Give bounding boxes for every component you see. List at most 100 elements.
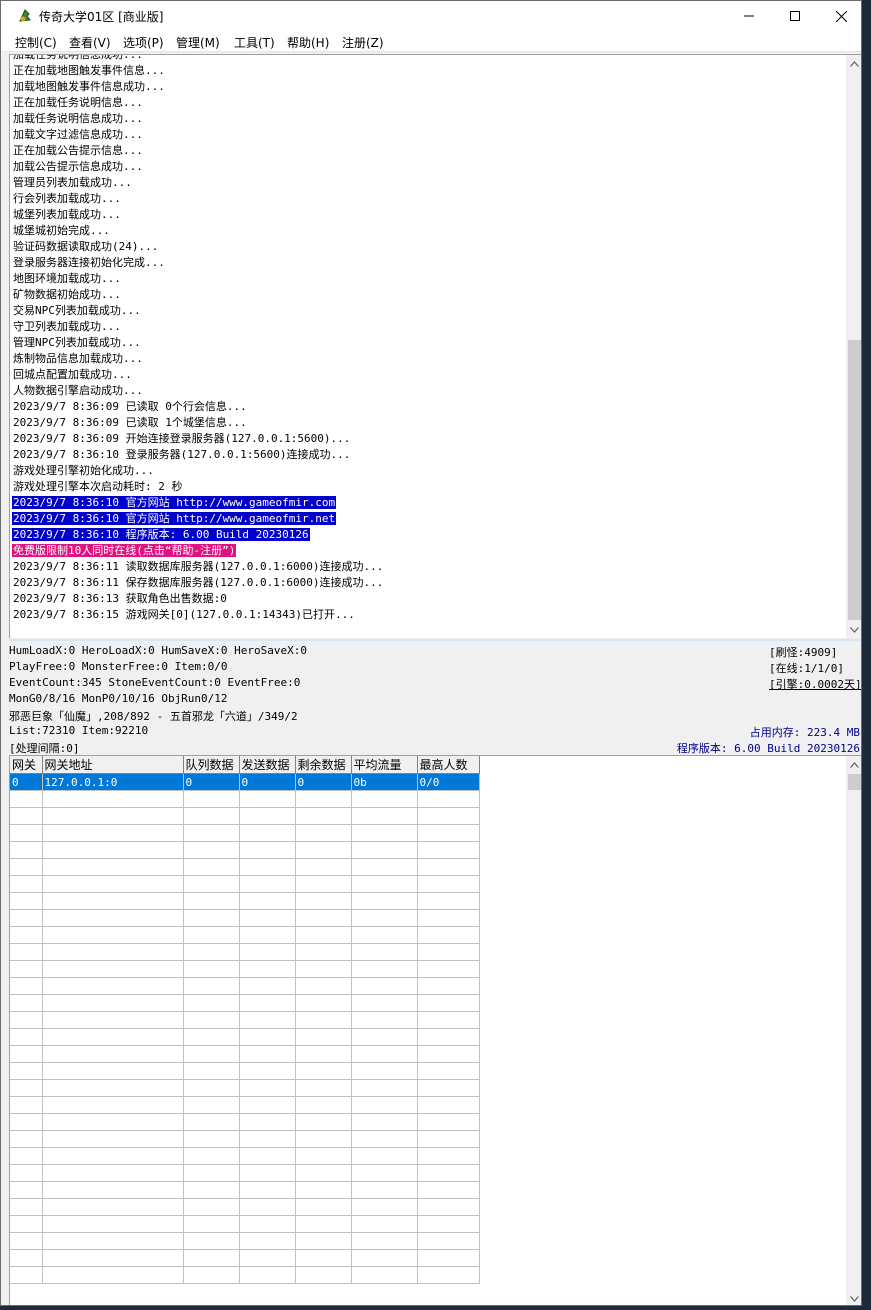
table-cell [183, 977, 240, 995]
log-line: 加载公告提示信息成功... [12, 159, 844, 175]
grid-scroll-down-button[interactable] [846, 1290, 861, 1305]
log-pane[interactable]: 加载任务说明信息成功... 正在加载地图触发事件信息... 加载地图触发事件信息成功… [9, 54, 861, 638]
log-line: 加载任务说明信息成功... [12, 55, 844, 63]
table-row[interactable] [10, 909, 480, 927]
table-cell [295, 1232, 352, 1250]
column-header[interactable]: 发送数据 [239, 756, 296, 774]
table-cell [417, 1028, 480, 1046]
table-row[interactable] [10, 1232, 480, 1250]
scroll-down-button[interactable] [846, 621, 861, 638]
table-row[interactable] [10, 1096, 480, 1114]
chevron-down-icon [850, 626, 859, 633]
menu-view[interactable]: 查看(V) [69, 34, 111, 51]
table-row[interactable] [10, 824, 480, 842]
table-row[interactable] [10, 1045, 480, 1063]
minimize-button[interactable] [726, 1, 772, 31]
table-cell: 0 [295, 773, 352, 791]
table-row[interactable] [10, 1249, 480, 1267]
table-row[interactable] [10, 1198, 480, 1216]
engine-uptime[interactable]: [引擎:0.0002天] [769, 676, 861, 692]
table-cell [295, 1164, 352, 1182]
table-row[interactable] [10, 960, 480, 978]
column-header[interactable]: 网关地址 [42, 756, 184, 774]
table-cell [42, 1198, 184, 1216]
log-line-text: 正在加载公告提示信息... [13, 144, 143, 157]
table-row[interactable] [10, 1011, 480, 1029]
table-cell [183, 909, 240, 927]
column-header[interactable]: 网关 [10, 756, 43, 774]
column-header[interactable]: 队列数据 [183, 756, 240, 774]
table-cell [42, 824, 184, 842]
table-cell [417, 1215, 480, 1233]
column-header[interactable]: 最高人数 [417, 756, 480, 774]
gateway-grid-pane[interactable]: 网关 网关地址 队列数据 发送数据 剩余数据 平均流量 最高人数 0 127.0.0.1:0 0… [9, 755, 861, 1305]
table-cell [183, 1266, 240, 1284]
menu-control[interactable]: 控制(C) [15, 34, 57, 51]
table-row[interactable] [10, 1164, 480, 1182]
table-row[interactable] [10, 1215, 480, 1233]
menu-register[interactable]: 注册(Z) [342, 34, 384, 51]
table-row[interactable] [10, 926, 480, 944]
table-cell [295, 1096, 352, 1114]
menu-help[interactable]: 帮助(H) [287, 34, 329, 51]
log-line: 2023/9/7 8:36:11 保存数据库服务器(127.0.0.1:6000… [12, 575, 844, 591]
scroll-thumb[interactable] [848, 340, 861, 620]
log-line-text: 加载地图触发事件信息成功... [13, 80, 165, 93]
table-row[interactable] [10, 994, 480, 1012]
log-line: 正在加载公告提示信息... [12, 143, 844, 159]
table-row[interactable] [10, 841, 480, 859]
maximize-button[interactable] [772, 1, 818, 31]
table-row[interactable] [10, 790, 480, 808]
grid-scrollbar[interactable] [846, 756, 861, 1305]
grid-scroll-up-button[interactable] [846, 756, 861, 773]
table-cell [42, 1028, 184, 1046]
table-row[interactable] [10, 875, 480, 893]
table-cell [183, 892, 240, 910]
table-cell [10, 1232, 43, 1250]
table-row[interactable] [10, 1079, 480, 1097]
table-row[interactable] [10, 1113, 480, 1131]
log-scrollbar[interactable] [846, 55, 861, 638]
status-boss: 邪恶巨象「仙魔」,208/892 - 五首邪龙「六道」/349/2 [9, 710, 298, 723]
log-line: 游戏处理引擎本次启动耗时: 2 秒 [12, 479, 844, 495]
table-row[interactable] [10, 1130, 480, 1148]
table-row[interactable] [10, 977, 480, 995]
table-row[interactable] [10, 1062, 480, 1080]
column-header[interactable]: 剩余数据 [295, 756, 352, 774]
table-row[interactable] [10, 1181, 480, 1199]
table-row[interactable]: 0 127.0.0.1:0 0 0 0 0b 0/0 [10, 773, 480, 791]
table-cell [183, 1028, 240, 1046]
log-line: 加载地图触发事件信息成功... [12, 79, 844, 95]
table-cell [183, 790, 240, 808]
table-row[interactable] [10, 892, 480, 910]
title-bar[interactable]: 传奇大学01区 [商业版] [1, 1, 861, 31]
table-cell [295, 875, 352, 893]
table-cell [239, 858, 296, 876]
table-cell [10, 824, 43, 842]
table-row[interactable] [10, 1266, 480, 1284]
table-cell [183, 1011, 240, 1029]
table-row[interactable] [10, 807, 480, 825]
close-button[interactable] [818, 1, 861, 31]
table-cell [10, 1215, 43, 1233]
menu-tools[interactable]: 工具(T) [234, 34, 275, 51]
menu-manage[interactable]: 管理(M) [176, 34, 220, 51]
table-cell [42, 1079, 184, 1097]
scroll-up-button[interactable] [846, 55, 861, 72]
log-line-text: 交易NPC列表加载成功... [13, 304, 141, 317]
table-cell [417, 1249, 480, 1267]
table-row[interactable] [10, 1147, 480, 1165]
log-line: 免费版限制10人同时在线(点击“帮助-注册”) [12, 543, 844, 559]
table-cell [10, 1164, 43, 1182]
table-row[interactable] [10, 858, 480, 876]
column-header[interactable]: 平均流量 [351, 756, 418, 774]
grid-scroll-thumb[interactable] [848, 774, 861, 790]
table-row[interactable] [10, 1028, 480, 1046]
table-cell [42, 858, 184, 876]
table-cell [351, 909, 418, 927]
table-cell [239, 1045, 296, 1063]
table-cell [239, 1147, 296, 1165]
table-row[interactable] [10, 943, 480, 961]
menu-options[interactable]: 选项(P) [123, 34, 164, 51]
table-cell [42, 977, 184, 995]
